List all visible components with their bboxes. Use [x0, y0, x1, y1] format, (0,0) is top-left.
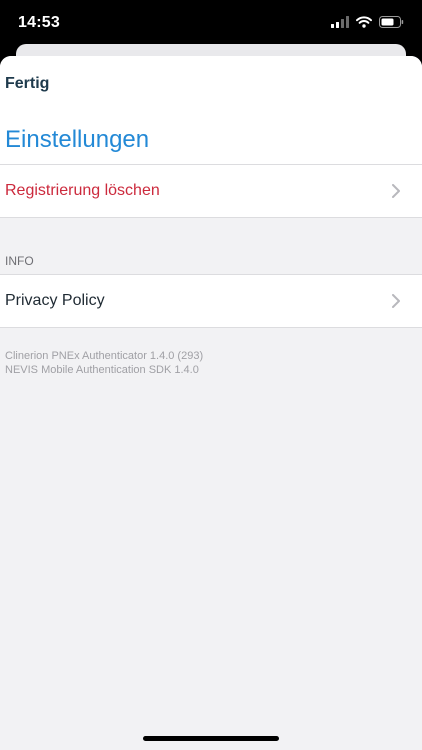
home-indicator[interactable] [143, 736, 279, 741]
battery-icon [379, 16, 404, 28]
delete-registration-row[interactable]: Registrierung löschen [0, 165, 422, 218]
status-bar: 14:53 [0, 0, 422, 46]
wifi-icon [356, 16, 372, 28]
chevron-right-icon [392, 184, 400, 198]
chevron-right-icon [392, 294, 400, 308]
status-icons [331, 16, 404, 28]
cellular-signal-icon [331, 16, 349, 28]
settings-sheet: Fertig Einstellungen Registrierung lösch… [0, 56, 422, 750]
privacy-policy-row[interactable]: Privacy Policy [0, 275, 422, 328]
delete-registration-label: Registrierung löschen [5, 182, 160, 199]
info-section-header: INFO [0, 218, 422, 275]
sdk-version-text: NEVIS Mobile Authentication SDK 1.4.0 [5, 364, 199, 376]
status-time: 14:53 [18, 14, 60, 31]
version-info: Clinerion PNEx Authenticator 1.4.0 (293)… [0, 328, 422, 377]
sheet-header: Fertig Einstellungen [0, 56, 422, 165]
info-section-header-label: INFO [5, 254, 34, 268]
app-version-text: Clinerion PNEx Authenticator 1.4.0 (293) [5, 350, 204, 362]
privacy-policy-label: Privacy Policy [5, 292, 105, 309]
page-title: Einstellungen [5, 126, 150, 153]
done-button[interactable]: Fertig [5, 75, 49, 93]
